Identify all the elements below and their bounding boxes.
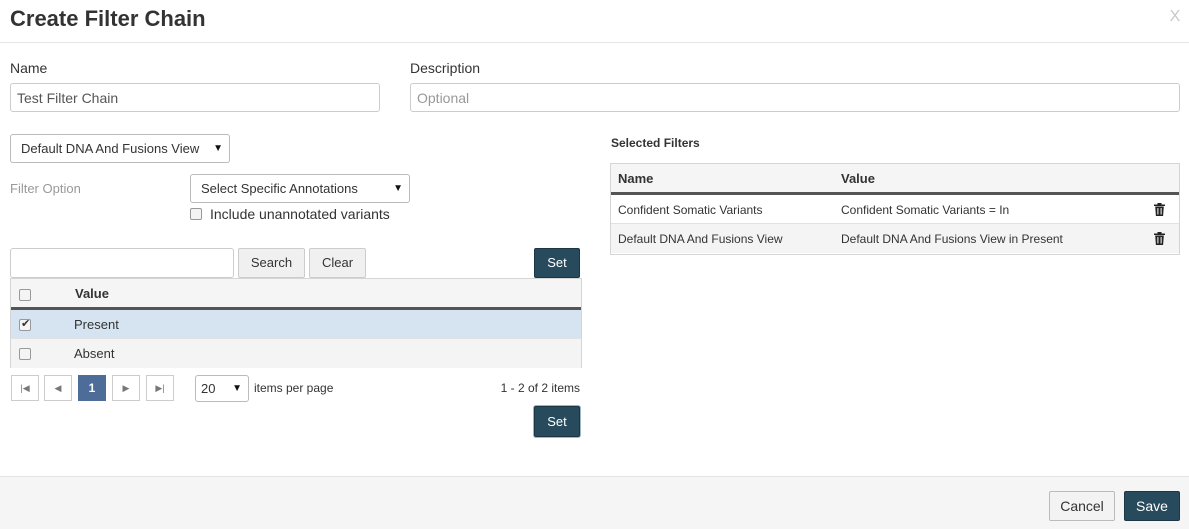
value-column-header[interactable]: Value [75,286,109,301]
table-row[interactable]: Present [11,310,581,339]
modal-title: Create Filter Chain [10,6,206,31]
caret-down-icon: ▼ [393,183,403,194]
description-input[interactable] [410,83,1180,112]
filter-option-select[interactable]: Select Specific Annotations ▼ [190,174,410,203]
value-column-header[interactable]: Value [841,171,875,186]
next-page-icon[interactable]: ▶ [112,375,140,401]
cancel-button[interactable]: Cancel [1049,491,1115,521]
items-per-page-label: items per page [254,381,334,395]
filter-value: Default DNA And Fusions View in Present [841,232,1063,246]
name-label: Name [10,60,48,76]
selected-filters-title: Selected Filters [611,136,700,150]
page-size-select[interactable]: 20 ▼ [195,375,249,402]
row-checkbox[interactable] [19,317,31,331]
filter-option-select-value: Select Specific Annotations [201,181,358,196]
pager-summary: 1 - 2 of 2 items [500,381,580,395]
select-all-checkbox[interactable] [19,289,31,301]
description-label: Description [410,60,481,76]
previous-page-icon[interactable]: ◀ [44,375,72,401]
set-button-bottom[interactable]: Set [534,406,580,437]
values-grid: Value Present Absent [10,278,582,368]
filter-name: Confident Somatic Variants [618,203,763,217]
values-grid-header: Value [11,279,581,310]
caret-down-icon: ▼ [232,383,242,394]
include-unannotated-option[interactable]: Include unannotated variants [190,206,390,222]
clear-button[interactable]: Clear [309,248,366,278]
last-page-icon[interactable]: ▶| [146,375,174,401]
include-unannotated-checkbox[interactable] [190,208,202,220]
search-button[interactable]: Search [238,248,305,278]
filter-name: Default DNA And Fusions View [618,232,783,246]
view-select[interactable]: Default DNA And Fusions View ▼ [10,134,230,163]
close-icon[interactable]: X [1166,8,1184,26]
first-page-icon[interactable]: |◀ [11,375,39,401]
save-button[interactable]: Save [1124,491,1180,521]
header-divider [0,42,1189,43]
filter-value: Confident Somatic Variants = In [841,203,1010,217]
caret-down-icon: ▼ [213,143,223,154]
current-page-button[interactable]: 1 [78,375,106,401]
set-button-top[interactable]: Set [534,248,580,278]
modal-footer [0,476,1189,529]
table-row[interactable]: Absent [11,339,581,368]
selected-filters-header: Name Value [611,164,1179,195]
trash-icon[interactable] [1154,232,1165,245]
name-input[interactable] [10,83,380,112]
search-input[interactable] [10,248,234,278]
page-size-value: 20 [201,381,216,396]
trash-icon[interactable] [1154,203,1165,216]
name-column-header[interactable]: Name [618,171,653,186]
filter-option-label: Filter Option [10,181,81,196]
table-row: Confident Somatic Variants Confident Som… [611,195,1179,224]
row-value: Absent [74,346,115,361]
selected-filters-grid: Name Value Confident Somatic Variants Co… [610,163,1180,255]
row-checkbox[interactable] [19,348,31,360]
row-value: Present [74,317,119,332]
table-row: Default DNA And Fusions View Default DNA… [611,224,1179,253]
view-select-value: Default DNA And Fusions View [21,141,200,156]
include-unannotated-label: Include unannotated variants [210,206,390,222]
